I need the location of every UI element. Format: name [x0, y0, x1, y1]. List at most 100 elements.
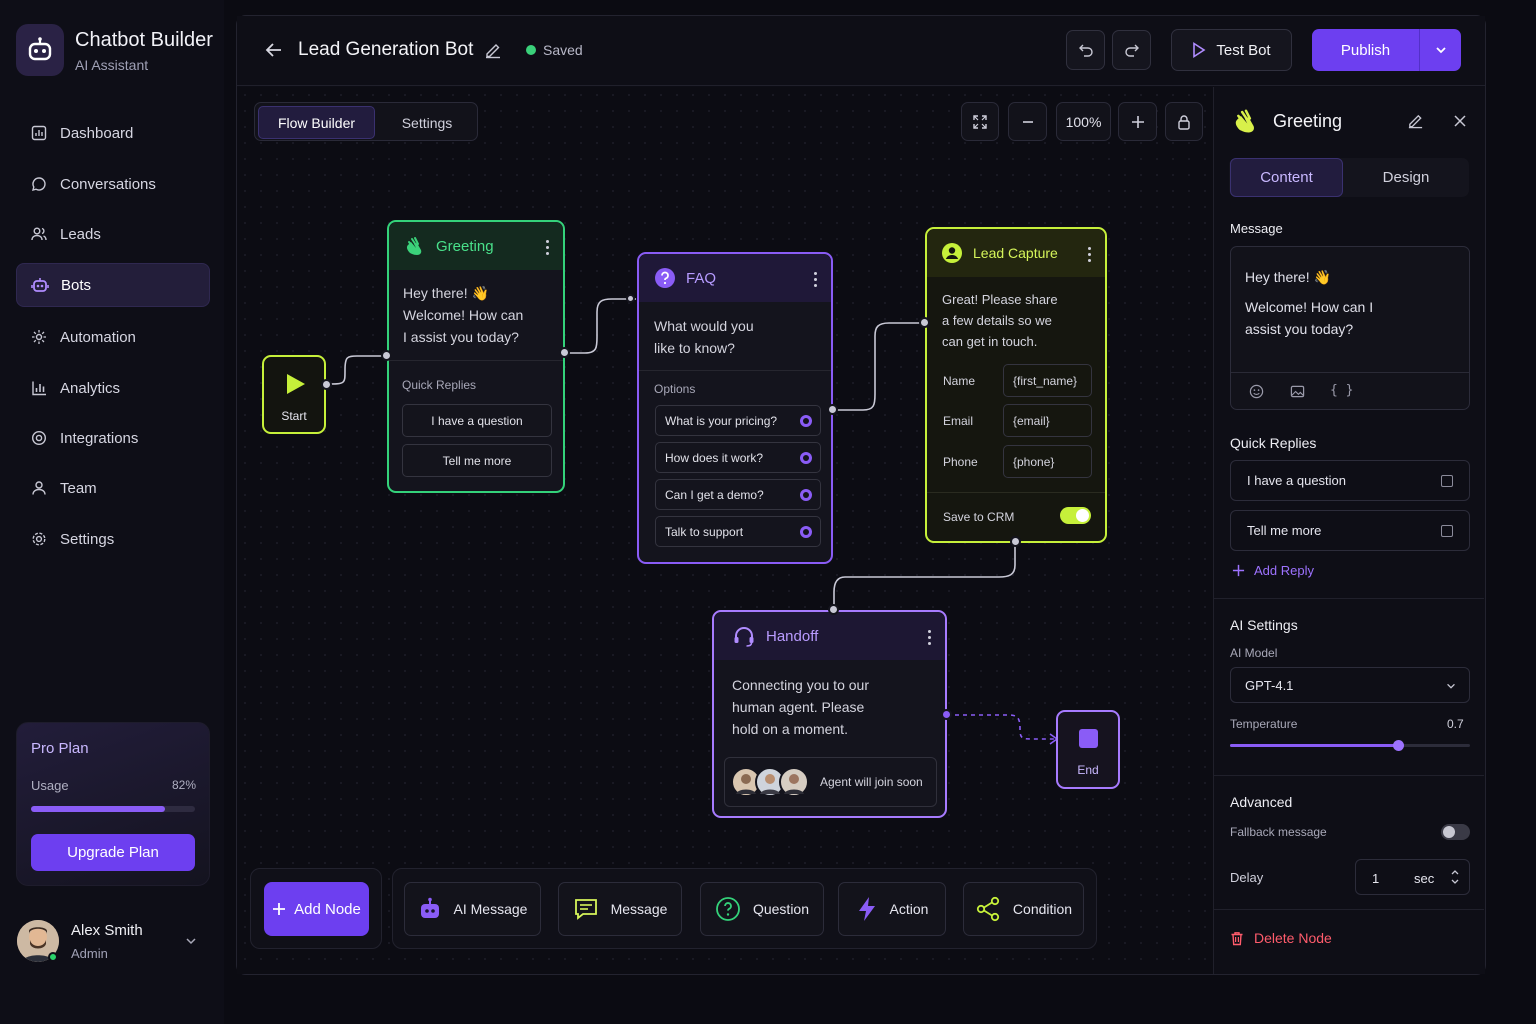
lead-capture-node-menu-icon[interactable]	[1088, 247, 1091, 265]
emoji-icon[interactable]	[1249, 384, 1264, 399]
faq-output-port[interactable]	[827, 404, 838, 415]
faq-option[interactable]: Can I get a demo?	[655, 479, 821, 510]
palette-message[interactable]: Message	[558, 882, 682, 936]
undo-button[interactable]	[1066, 30, 1105, 70]
lead-capture-node[interactable]: Lead Capture Great! Please share a few d…	[925, 227, 1107, 543]
sidebar-item-automation[interactable]: Automation	[16, 315, 210, 359]
faq-option-label: Talk to support	[665, 524, 744, 539]
handoff-node[interactable]: Handoff Connecting you to our human agen…	[712, 610, 947, 818]
sidebar-item-analytics[interactable]: Analytics	[16, 366, 210, 410]
quick-reply-row[interactable]: I have a question	[1230, 460, 1470, 501]
faq-option-label: Can I get a demo?	[665, 487, 764, 502]
pencil-icon[interactable]	[484, 41, 502, 59]
quick-reply-chip[interactable]: Tell me more	[402, 444, 552, 477]
back-arrow-icon[interactable]	[264, 40, 284, 60]
faq-option[interactable]: Talk to support	[655, 516, 821, 547]
quick-reply-chip[interactable]: I have a question	[402, 404, 552, 437]
trash-icon	[1230, 931, 1244, 946]
headset-icon	[732, 624, 756, 648]
handoff-input-port[interactable]	[828, 604, 839, 615]
quick-reply-row[interactable]: Tell me more	[1230, 510, 1470, 551]
start-node[interactable]: Start	[262, 355, 326, 434]
add-node-button[interactable]: Add Node	[264, 882, 369, 936]
publish-options-button[interactable]	[1420, 29, 1461, 71]
sidebar-item-bots[interactable]: Bots	[16, 263, 210, 307]
users-icon	[30, 225, 48, 243]
email-field[interactable]: {email}	[1003, 404, 1092, 437]
divider	[927, 492, 1105, 493]
team-icon	[30, 479, 48, 497]
handoff-output-port[interactable]	[941, 709, 952, 720]
faq-option[interactable]: How does it work?	[655, 442, 821, 473]
plus-icon	[1232, 564, 1245, 577]
pencil-icon[interactable]	[1407, 112, 1424, 129]
sidebar-item-settings[interactable]: Settings	[16, 517, 210, 561]
variable-braces-icon[interactable]: { }	[1330, 383, 1353, 398]
faq-input-port[interactable]	[626, 294, 635, 303]
ai-model-select[interactable]: GPT-4.1	[1230, 667, 1470, 703]
palette-condition[interactable]: Condition	[963, 882, 1084, 936]
end-node[interactable]: End	[1056, 710, 1120, 789]
lead-output-port[interactable]	[1010, 536, 1021, 547]
fallback-toggle[interactable]	[1441, 824, 1470, 840]
test-bot-button[interactable]: Test Bot	[1171, 29, 1292, 71]
palette-question[interactable]: Question	[700, 882, 824, 936]
upgrade-plan-button[interactable]: Upgrade Plan	[31, 834, 195, 871]
palette-action[interactable]: Action	[838, 882, 946, 936]
faq-node[interactable]: FAQ What would you like to know? Options…	[637, 252, 833, 564]
temperature-slider-handle[interactable]	[1393, 740, 1404, 751]
edit-square-icon[interactable]	[1441, 525, 1453, 537]
close-icon[interactable]	[1453, 114, 1467, 128]
greeting-node-header: Greeting	[389, 222, 563, 270]
lead-capture-node-title: Lead Capture	[973, 245, 1058, 261]
lead-input-port[interactable]	[919, 317, 930, 328]
start-output-port[interactable]	[321, 379, 332, 390]
sidebar-item-dashboard[interactable]: Dashboard	[16, 111, 210, 155]
delete-node-button[interactable]: Delete Node	[1230, 930, 1332, 946]
automation-icon	[30, 328, 48, 346]
sidebar-item-integrations[interactable]: Integrations	[16, 416, 210, 460]
image-icon[interactable]	[1290, 384, 1305, 399]
option-port-icon	[800, 415, 812, 427]
sidebar-item-team[interactable]: Team	[16, 466, 210, 510]
lead-capture-node-message: Great! Please share a few details so we …	[942, 289, 1058, 352]
greeting-node[interactable]: Greeting Hey there! 👋 Welcome! How can I…	[387, 220, 565, 493]
greeting-node-menu-icon[interactable]	[546, 240, 549, 258]
message-line: hold on a moment.	[732, 721, 848, 737]
name-field[interactable]: {first_name}	[1003, 364, 1092, 397]
redo-button[interactable]	[1112, 30, 1151, 70]
faq-option[interactable]: What is your pricing?	[655, 405, 821, 436]
app-name: Chatbot Builder	[75, 29, 213, 51]
toggle-knob	[1443, 826, 1455, 838]
sidebar-item-conversations[interactable]: Conversations	[16, 162, 210, 206]
palette-label: Message	[610, 901, 668, 917]
temperature-slider[interactable]	[1230, 744, 1470, 747]
sidebar-item-leads[interactable]: Leads	[16, 212, 210, 256]
phone-field[interactable]: {phone}	[1003, 445, 1092, 478]
agent-note: Agent will join soon	[820, 775, 923, 789]
plan-usage-bar-fill	[31, 806, 166, 812]
handoff-node-message: Connecting you to our human agent. Pleas…	[732, 674, 869, 740]
divider	[389, 360, 563, 361]
tab-design[interactable]: Design	[1347, 158, 1465, 197]
message-line: Great! Please share	[942, 292, 1058, 307]
greeting-input-port[interactable]	[381, 350, 392, 361]
chevron-down-icon[interactable]	[184, 934, 198, 948]
edit-square-icon[interactable]	[1441, 475, 1453, 487]
palette-ai-message[interactable]: AI Message	[404, 882, 541, 936]
ai-model-value: GPT-4.1	[1245, 677, 1294, 693]
handoff-node-menu-icon[interactable]	[928, 630, 931, 648]
undo-icon	[1078, 42, 1094, 58]
faq-node-menu-icon[interactable]	[814, 272, 817, 290]
greeting-output-port[interactable]	[559, 347, 570, 358]
delay-stepper[interactable]: 1 sec	[1355, 859, 1470, 895]
publish-button[interactable]: Publish	[1312, 29, 1420, 71]
save-to-crm-toggle[interactable]	[1060, 507, 1091, 524]
tab-content[interactable]: Content	[1230, 158, 1343, 197]
delay-value: 1	[1372, 871, 1380, 886]
waving-hand-icon	[404, 235, 426, 257]
sidebar-item-label: Leads	[60, 225, 101, 243]
stepper-arrows-icon[interactable]	[1450, 868, 1460, 886]
app-logo	[16, 24, 64, 76]
add-reply-button[interactable]: Add Reply	[1232, 563, 1314, 578]
